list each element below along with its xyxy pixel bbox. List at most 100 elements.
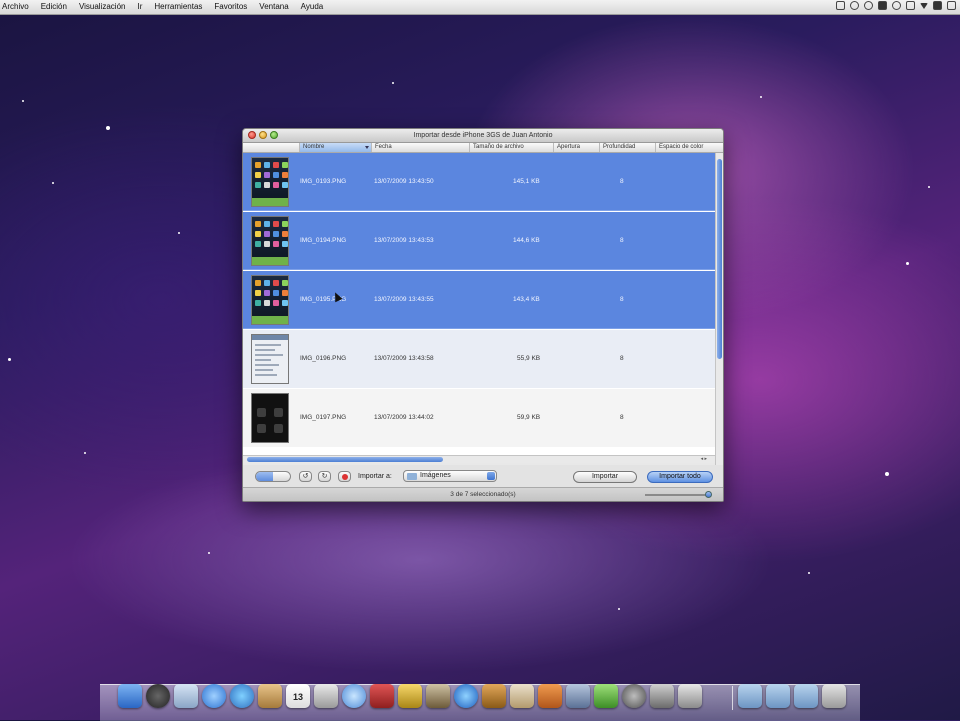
idvd-icon[interactable] — [454, 684, 478, 708]
file-size: 143,4 KB — [513, 296, 540, 303]
thumbnail-image — [251, 393, 289, 443]
file-size: 59,9 KB — [517, 414, 541, 421]
import-button[interactable]: Importar — [573, 471, 637, 483]
import-to-label: Importar a: — [358, 473, 392, 480]
file-name: IMG_0194.PNG — [300, 237, 347, 244]
file-name: IMG_0197.PNG — [300, 414, 347, 421]
window-controls — [248, 131, 278, 139]
mail-icon[interactable] — [174, 684, 198, 708]
file-date: 13/07/2009 13:43:53 — [374, 237, 434, 244]
delete-icon[interactable] — [338, 471, 351, 482]
numbers-icon[interactable] — [594, 684, 618, 708]
ichat-icon[interactable] — [230, 684, 254, 708]
time-machine-icon[interactable] — [864, 1, 873, 10]
list-view-icon[interactable] — [256, 472, 273, 481]
sync-icon[interactable] — [850, 1, 859, 10]
column-header-name-label: Nombre — [303, 144, 325, 150]
finder-icon[interactable] — [118, 684, 142, 708]
file-name: IMG_0193.PNG — [300, 178, 347, 185]
xcode-icon[interactable] — [566, 684, 590, 708]
imovie-icon[interactable] — [426, 684, 450, 708]
table-row[interactable]: IMG_0194.PNG 13/07/2009 13:43:53 144,6 K… — [243, 212, 715, 270]
column-header-size[interactable]: Tamaño de archivo — [469, 143, 553, 152]
column-header-name[interactable]: Nombre — [299, 143, 371, 152]
preview-icon[interactable] — [314, 684, 338, 708]
bluetooth-icon[interactable] — [892, 1, 901, 10]
volume-icon[interactable] — [920, 2, 928, 9]
table-row[interactable]: IMG_0197.PNG 13/07/2009 13:44:02 59,9 KB… — [243, 389, 715, 447]
slider-handle[interactable] — [705, 491, 712, 498]
menu-visualizacion[interactable]: Visualización — [73, 0, 132, 14]
dock-separator — [732, 686, 733, 710]
grid-view-icon[interactable] — [273, 472, 290, 481]
iphoto-icon[interactable] — [398, 684, 422, 708]
address-book-icon[interactable] — [258, 684, 282, 708]
status-bar: 3 de 7 seleccionado(s) — [243, 487, 723, 501]
wifi-icon[interactable] — [906, 1, 915, 10]
screen-recording-icon[interactable] — [836, 1, 845, 10]
dashboard-icon[interactable] — [146, 684, 170, 708]
file-size: 145,1 KB — [513, 178, 540, 185]
zoom-button[interactable] — [270, 131, 278, 139]
file-depth: 8 — [620, 296, 624, 303]
column-header-depth[interactable]: Profundidad — [599, 143, 655, 152]
file-depth: 8 — [620, 178, 624, 185]
file-date: 13/07/2009 13:43:55 — [374, 296, 434, 303]
file-date: 13/07/2009 13:43:58 — [374, 355, 434, 362]
import-all-button[interactable]: Importar todo — [647, 471, 713, 483]
itunes-icon[interactable] — [342, 684, 366, 708]
time-machine-dock-icon[interactable] — [622, 684, 646, 708]
file-date: 13/07/2009 13:43:50 — [374, 178, 434, 185]
display-icon[interactable] — [878, 1, 887, 10]
safari-icon[interactable] — [202, 684, 226, 708]
photo-booth-icon[interactable] — [370, 684, 394, 708]
applications-folder-icon[interactable] — [738, 684, 762, 708]
table-row[interactable]: IMG_0195.PNG 13/07/2009 13:43:55 143,4 K… — [243, 271, 715, 329]
import-window: Importar desde iPhone 3GS de Juan Antoni… — [242, 128, 724, 502]
menu-herramientas[interactable]: Herramientas — [148, 0, 208, 14]
garageband-icon[interactable] — [482, 684, 506, 708]
horizontal-scroll-knob[interactable] — [247, 457, 443, 462]
battery-icon[interactable] — [933, 1, 942, 10]
documents-folder-icon[interactable] — [766, 684, 790, 708]
menu-ayuda[interactable]: Ayuda — [295, 0, 330, 14]
menu-favoritos[interactable]: Favoritos — [208, 0, 253, 14]
system-preferences-icon[interactable] — [678, 684, 702, 708]
view-mode-toggle[interactable] — [255, 471, 291, 482]
rotate-right-icon[interactable]: ↻ — [318, 471, 331, 482]
destination-popup[interactable]: Imágenes — [403, 470, 497, 482]
image-capture-icon[interactable] — [650, 684, 674, 708]
column-header-aperture[interactable]: Apertura — [553, 143, 599, 152]
vertical-scroll-knob[interactable] — [717, 159, 722, 359]
table-row[interactable]: IMG_0193.PNG 13/07/2009 13:43:50 145,1 K… — [243, 153, 715, 211]
window-titlebar[interactable]: Importar desde iPhone 3GS de Juan Antoni… — [243, 129, 723, 143]
file-name: IMG_0196.PNG — [300, 355, 347, 362]
trash-icon[interactable] — [822, 684, 846, 708]
close-button[interactable] — [248, 131, 256, 139]
vertical-scrollbar[interactable] — [715, 153, 723, 465]
downloads-folder-icon[interactable] — [794, 684, 818, 708]
thumbnail-image — [251, 334, 289, 384]
table-row[interactable]: IMG_0196.PNG 13/07/2009 13:43:58 55,9 KB… — [243, 330, 715, 388]
thumbnail-size-slider[interactable] — [645, 491, 712, 498]
menu-ir[interactable]: Ir — [131, 0, 148, 14]
rotate-left-icon[interactable]: ↺ — [299, 471, 312, 482]
column-header-date[interactable]: Fecha — [371, 143, 469, 152]
selection-status: 3 de 7 seleccionado(s) — [450, 491, 516, 498]
menu-edicion[interactable]: Edición — [35, 0, 73, 14]
iweb-icon[interactable] — [510, 684, 534, 708]
minimize-button[interactable] — [259, 131, 267, 139]
window-title: Importar desde iPhone 3GS de Juan Antoni… — [413, 132, 553, 139]
thumbnail-image — [251, 157, 289, 207]
file-depth: 8 — [620, 355, 624, 362]
ical-icon[interactable]: 13 — [286, 684, 310, 708]
scroll-arrows-icon[interactable]: ◂ ▸ — [701, 456, 707, 463]
file-depth: 8 — [620, 414, 624, 421]
horizontal-scrollbar[interactable]: ◂ ▸ — [243, 455, 715, 463]
flag-icon[interactable] — [947, 1, 956, 10]
keynote-icon[interactable] — [538, 684, 562, 708]
column-header-color-space[interactable]: Espacio de color — [655, 143, 723, 152]
menu-archivo[interactable]: Archivo — [0, 0, 35, 14]
menu-extras — [836, 1, 956, 10]
menu-ventana[interactable]: Ventana — [253, 0, 294, 14]
